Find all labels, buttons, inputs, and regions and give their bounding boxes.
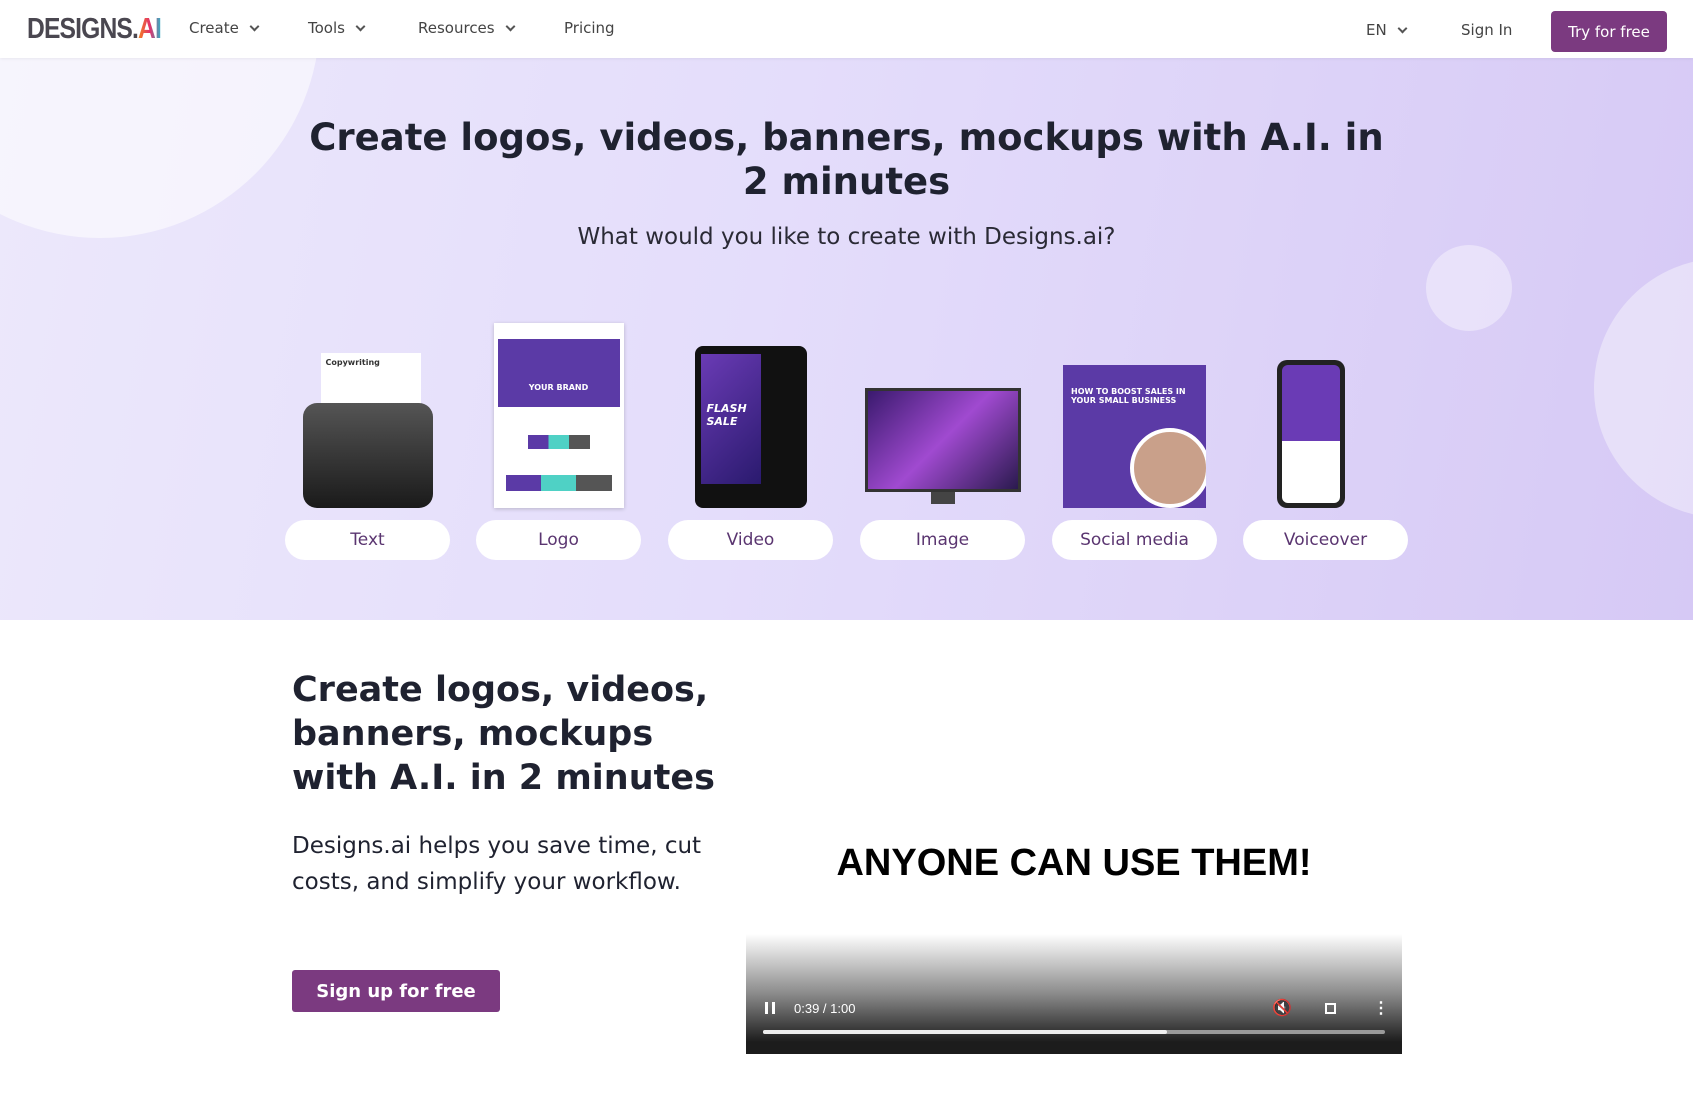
social-post-image: HOW TO BOOST SALES IN YOUR SMALL BUSINES…	[1052, 320, 1217, 508]
tablet-video-image: FLASH SALE	[668, 320, 833, 508]
card-social-media[interactable]: HOW TO BOOST SALES IN YOUR SMALL BUSINES…	[1052, 320, 1217, 560]
voiceover-button[interactable]: Voiceover	[1243, 520, 1408, 560]
text-button[interactable]: Text	[285, 520, 450, 560]
hero-subtitle: What would you like to create with Desig…	[577, 224, 1116, 250]
video-button[interactable]: Video	[668, 520, 833, 560]
image-button[interactable]: Image	[860, 520, 1025, 560]
typewriter-image: Copywriting	[285, 320, 450, 508]
top-nav: DESIGNS.AI Create Tools Resources Pricin…	[0, 0, 1693, 58]
phone-voiceover-image	[1243, 320, 1408, 508]
hero: Create logos, videos, banners, mockups w…	[0, 58, 1693, 620]
nav-resources[interactable]: Resources	[418, 19, 516, 37]
fullscreen-icon[interactable]	[1325, 1003, 1336, 1014]
card-logo[interactable]: YOUR BRAND Logo	[476, 320, 641, 560]
try-free-button[interactable]: Try for free	[1551, 11, 1667, 52]
video-player[interactable]: ANYONE CAN USE THEM! 0:39 / 1:00 🔇 ⋮	[746, 780, 1402, 1054]
section-title: Create logos, videos, banners, mockups w…	[292, 670, 715, 798]
language-select[interactable]: EN	[1366, 21, 1408, 39]
chevron-down-icon	[1397, 23, 1408, 34]
logo[interactable]: DESIGNS.AI	[27, 13, 162, 46]
card-video[interactable]: FLASH SALE Video	[668, 320, 833, 560]
monitor-car-image	[860, 320, 1025, 508]
video-progress-bar[interactable]	[763, 1030, 1385, 1034]
video-time: 0:39 / 1:00	[794, 1001, 856, 1016]
social-media-button[interactable]: Social media	[1052, 520, 1217, 560]
chevron-down-icon	[355, 21, 366, 32]
nav-pricing[interactable]: Pricing	[564, 19, 615, 37]
logo-button[interactable]: Logo	[476, 520, 641, 560]
nav-create[interactable]: Create	[189, 19, 260, 37]
muted-icon[interactable]: 🔇	[1272, 998, 1292, 1018]
chevron-down-icon	[249, 21, 260, 32]
video-controls: 0:39 / 1:00 🔇 ⋮	[746, 934, 1402, 1054]
card-image[interactable]: Image	[860, 320, 1025, 560]
sign-up-button[interactable]: Sign up for free	[292, 970, 500, 1012]
sign-in-link[interactable]: Sign In	[1461, 21, 1512, 39]
pause-icon[interactable]	[765, 1002, 775, 1014]
chevron-down-icon	[505, 21, 516, 32]
more-options-icon[interactable]: ⋮	[1373, 998, 1389, 1018]
card-text[interactable]: Copywriting Text	[285, 320, 450, 560]
hero-title: Create logos, videos, banners, mockups w…	[309, 116, 1384, 203]
nav-tools[interactable]: Tools	[308, 19, 366, 37]
logo-mockup-image: YOUR BRAND	[476, 320, 641, 508]
section-body: Designs.ai helps you save time, cut cost…	[292, 833, 702, 895]
card-voiceover[interactable]: Voiceover	[1243, 320, 1408, 560]
video-caption: ANYONE CAN USE THEM!	[836, 842, 1312, 884]
